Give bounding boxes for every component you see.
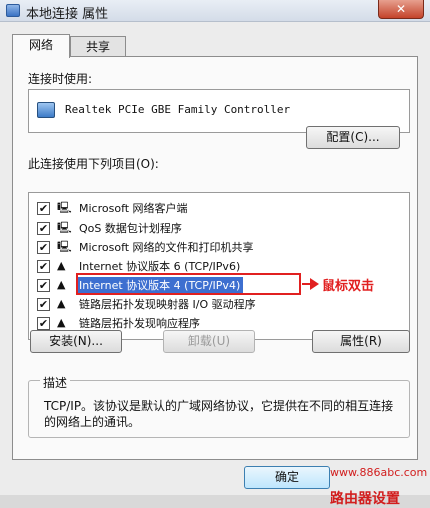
network-adapter-icon xyxy=(37,102,55,118)
close-icon: ✕ xyxy=(395,2,407,16)
list-item-label: 链路层拓扑发现响应程序 xyxy=(79,317,200,330)
checkbox[interactable]: ✔ xyxy=(37,260,50,273)
description-title: 描述 xyxy=(40,374,71,391)
list-item-label: QoS 数据包计划程序 xyxy=(79,222,182,235)
adapter-name: Realtek PCIe GBE Family Controller xyxy=(65,103,291,116)
checkbox[interactable]: ✔ xyxy=(37,241,50,254)
list-item-label: 链路层拓扑发现映射器 I/O 驱动程序 xyxy=(79,298,256,311)
list-item[interactable]: ✔ 🖳 Microsoft 网络客户端 xyxy=(29,199,409,217)
uninstall-button[interactable]: 卸载(U) xyxy=(163,330,255,353)
ok-button[interactable]: 确定 xyxy=(244,466,330,489)
watermark-brand: 路由器设置 xyxy=(330,491,400,507)
checkbox[interactable]: ✔ xyxy=(37,279,50,292)
tab-network-label: 网络 xyxy=(28,38,53,52)
qos-icon: 🖳 xyxy=(57,221,72,234)
tab-sharing[interactable]: 共享 xyxy=(70,36,126,58)
network-client-icon: 🖳 xyxy=(57,201,72,214)
checkbox[interactable]: ✔ xyxy=(37,202,50,215)
items-label: 此连接使用下列项目(O): xyxy=(28,157,159,171)
protocol-icon: ▲ xyxy=(57,316,66,329)
watermark-url: www.886abc.com xyxy=(330,466,428,479)
protocol-icon: ▲ xyxy=(57,297,66,310)
properties-button[interactable]: 属性(R) xyxy=(312,330,410,353)
checkbox[interactable]: ✔ xyxy=(37,298,50,311)
annotation-highlight-frame xyxy=(76,273,301,295)
arrow-right-icon xyxy=(310,278,319,290)
list-item-label: Internet 协议版本 6 (TCP/IPv6) xyxy=(79,260,241,273)
list-item[interactable]: ✔ 🖳 Microsoft 网络的文件和打印机共享 xyxy=(29,238,409,256)
file-print-share-icon: 🖳 xyxy=(57,240,72,253)
list-item[interactable]: ✔ 🖳 QoS 数据包计划程序 xyxy=(29,219,409,237)
connect-using-label: 连接时使用: xyxy=(28,72,93,86)
protocol-icon: ▲ xyxy=(57,259,66,272)
protocol-icon: ▲ xyxy=(57,278,66,291)
window-title: 本地连接 属性 xyxy=(26,7,109,22)
checkbox[interactable]: ✔ xyxy=(37,317,50,330)
annotation-text: 鼠标双击 xyxy=(322,279,375,294)
dialog-body: 网络 共享 连接时使用: Realtek PCIe GBE Family Con… xyxy=(0,22,430,507)
description-text: TCP/IP。该协议是默认的广域网络协议，它提供在不同的相互连接的网络上的通讯。 xyxy=(44,399,394,429)
list-item-label: Microsoft 网络的文件和打印机共享 xyxy=(79,241,254,254)
component-list[interactable]: ✔ 🖳 Microsoft 网络客户端 ✔ 🖳 QoS 数据包计划程序 ✔ 🖳 … xyxy=(28,192,410,340)
window-icon xyxy=(6,4,20,17)
titlebar[interactable]: 本地连接 属性 ✕ xyxy=(0,0,430,22)
tab-sharing-label: 共享 xyxy=(85,40,110,54)
install-button[interactable]: 安装(N)... xyxy=(30,330,122,353)
list-item[interactable]: ✔ ▲ 链路层拓扑发现映射器 I/O 驱动程序 xyxy=(29,295,409,313)
checkbox[interactable]: ✔ xyxy=(37,222,50,235)
list-item-label: Microsoft 网络客户端 xyxy=(79,202,188,215)
tab-network[interactable]: 网络 xyxy=(12,34,70,58)
configure-button[interactable]: 配置(C)... xyxy=(306,126,400,149)
close-button[interactable]: ✕ xyxy=(378,0,424,19)
